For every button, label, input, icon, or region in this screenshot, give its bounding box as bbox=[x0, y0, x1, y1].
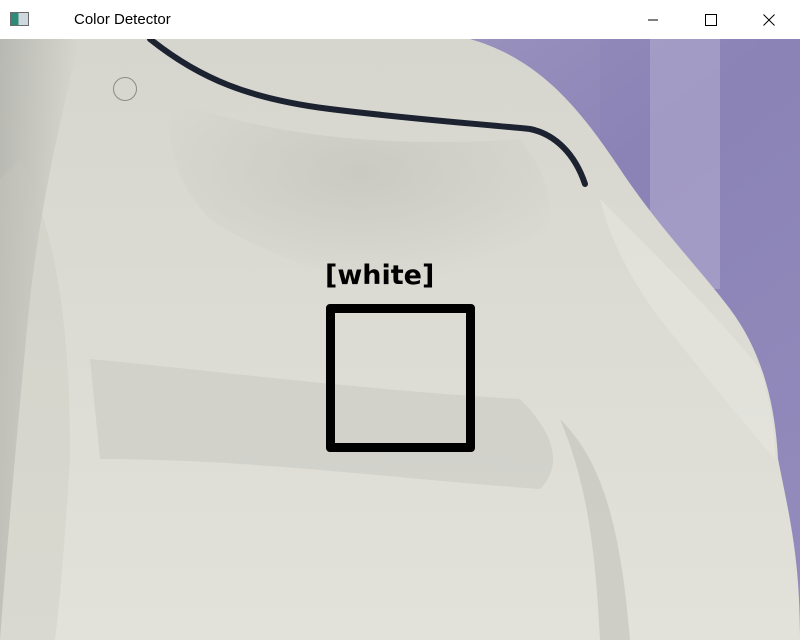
title-bar[interactable]: Color Detector bbox=[0, 0, 800, 40]
close-button[interactable] bbox=[746, 0, 792, 39]
close-icon bbox=[763, 13, 775, 26]
maximize-button[interactable] bbox=[688, 0, 734, 39]
maximize-icon bbox=[705, 13, 717, 26]
window-title: Color Detector bbox=[74, 11, 171, 28]
app-icon[interactable] bbox=[10, 12, 29, 26]
camera-feed: [white] bbox=[0, 39, 800, 640]
minimize-button[interactable] bbox=[630, 0, 676, 39]
cursor-ring-icon bbox=[113, 77, 137, 101]
detected-color-label: [white] bbox=[325, 260, 435, 291]
detection-box bbox=[326, 304, 475, 452]
color-detector-window: Color Detector [white] bbox=[0, 0, 800, 640]
minimize-icon bbox=[648, 19, 658, 20]
